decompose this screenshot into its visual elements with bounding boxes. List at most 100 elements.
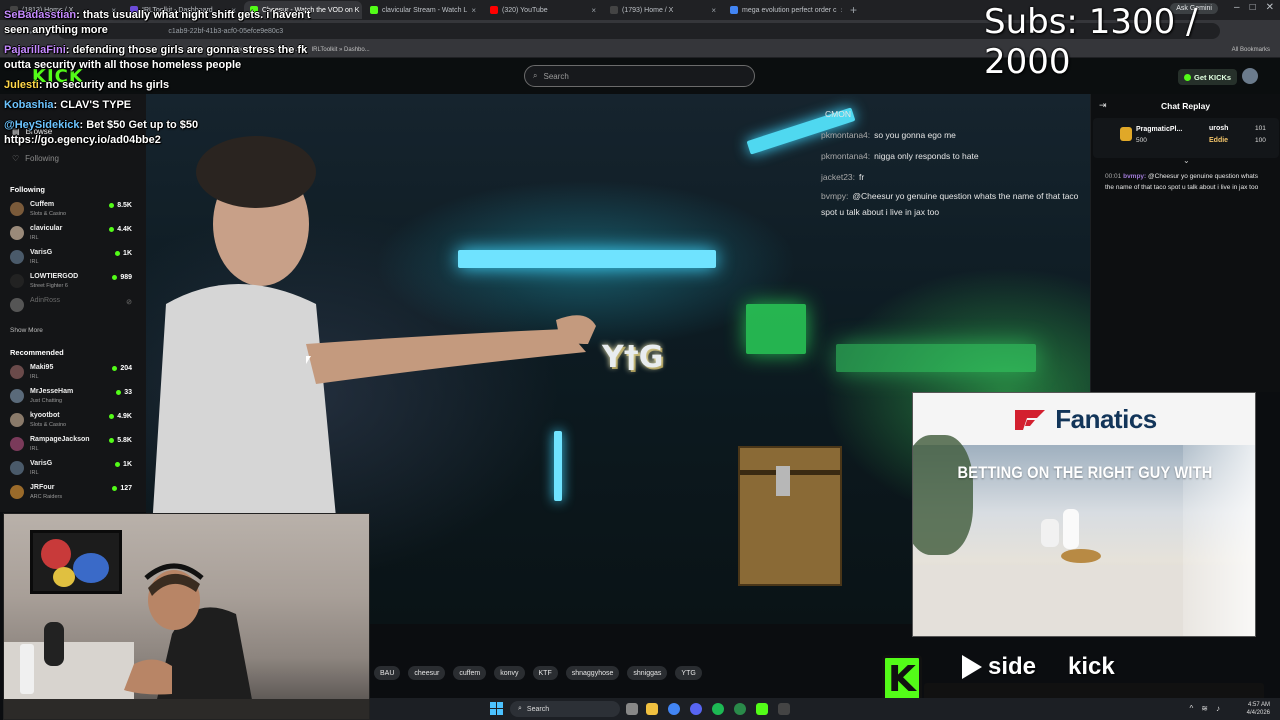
live-dot-icon — [112, 275, 118, 280]
close-tab-icon[interactable]: × — [471, 6, 476, 15]
viewer-count: 4.9K — [109, 413, 132, 420]
channel-avatar — [10, 250, 24, 264]
file-explorer-icon[interactable] — [646, 703, 658, 715]
channel-category: IRL — [30, 446, 39, 452]
chat-username[interactable]: bvmpy: — [1123, 173, 1146, 180]
channel-avatar — [10, 485, 24, 499]
taskbar-search[interactable]: ⌕ Search — [510, 701, 620, 717]
app-icon[interactable] — [734, 703, 746, 715]
ad-header: Fanatics — [913, 393, 1255, 445]
viewer-count: 1K — [115, 250, 132, 257]
live-dot-icon — [109, 438, 115, 443]
discord-icon[interactable] — [690, 703, 702, 715]
leaderboard: PragmaticPl... 500 urosh 101 Eddie 100 — [1093, 118, 1279, 158]
kick-wordmark: kick — [1068, 653, 1115, 680]
windows-start-icon[interactable] — [490, 702, 503, 715]
channel-row[interactable]: clavicular IRL 4.4K — [10, 223, 132, 245]
channel-row[interactable]: VarisG IRL 1K — [10, 458, 132, 480]
close-tab-icon[interactable]: × — [711, 6, 716, 15]
side-label: side — [988, 653, 1037, 680]
chat-replay-title: Chat Replay — [1161, 101, 1211, 111]
overlay-chat-line: SeBadasstian: thats usually what night s… — [4, 8, 324, 38]
wifi-icon[interactable]: ≋ — [1201, 704, 1208, 713]
chevron-up-icon[interactable]: ^ — [1190, 704, 1194, 713]
volume-icon[interactable]: ♪ — [1216, 704, 1220, 713]
ingame-chat-line: pkmontana4: nigga only responds to hate — [821, 146, 1090, 167]
tab-favicon-icon — [610, 6, 618, 14]
channel-category: Slots & Casino — [30, 422, 67, 428]
browser-tab[interactable]: (1793) Home / X × — [604, 1, 722, 19]
close-tab-icon[interactable]: × — [841, 6, 842, 15]
channel-name: Cuffem — [30, 201, 55, 208]
task-view-icon[interactable] — [626, 703, 638, 715]
close-tab-icon[interactable]: × — [591, 6, 596, 15]
channel-row[interactable]: LOWTIERGOD Street Fighter 6 989 — [10, 271, 132, 293]
tab-favicon-icon — [730, 6, 738, 14]
overlay-chat-colon: : — [76, 9, 83, 21]
channel-name: Maki95 — [30, 364, 54, 371]
sidebar-item-following[interactable]: ♡ Following — [12, 154, 59, 163]
browser-tab[interactable]: (320) YouTube × — [484, 1, 602, 19]
channel-row[interactable]: Maki95 IRL 204 — [10, 362, 132, 384]
rank-badge-icon — [1120, 127, 1132, 141]
browser-tab[interactable]: clavicular Stream - Watch L × — [364, 1, 482, 19]
overlay-chat-user: Kobashia — [4, 99, 54, 111]
browser-tab[interactable]: mega evolution perfect order c × — [724, 1, 842, 19]
stream-tag[interactable]: cheesur — [408, 666, 446, 680]
search-input[interactable]: ⌕ Search — [524, 65, 755, 87]
stream-tag[interactable]: shnaggyhose — [565, 666, 620, 680]
channel-row[interactable]: VarisG IRL 1K — [10, 247, 132, 269]
channel-name: kyootbot — [30, 412, 60, 419]
channel-row[interactable]: AdinRoss ⊘ — [10, 295, 132, 317]
viewer-count: 127 — [112, 485, 132, 492]
ad-tagline: BETTING ON THE RIGHT GUY WITH — [957, 463, 1213, 482]
viewer-count: 8.5K — [109, 202, 132, 209]
stream-tag[interactable]: KTF — [532, 666, 558, 680]
channel-name: RampageJackson — [30, 436, 90, 443]
channel-name: JRFour — [30, 484, 55, 491]
ingame-chat-line: pkmontana4: so you gonna ego me — [821, 125, 1090, 146]
stream-tag[interactable]: BAU — [374, 666, 401, 680]
expand-chevron-icon[interactable]: ⌄ — [1183, 156, 1190, 165]
overlay-chat-line: Kobashia: CLAV'S TYPE — [4, 98, 324, 113]
overlay-chat-line: Julesti: no security and hs girls — [4, 78, 324, 93]
clock-date: 4/4/2026 — [1246, 710, 1270, 716]
kick-app-icon[interactable] — [756, 703, 768, 715]
viewer-count: 33 — [116, 389, 132, 396]
leaderboard-score: 500 — [1136, 137, 1147, 144]
obs-icon[interactable] — [778, 703, 790, 715]
channel-row[interactable]: kyootbot Slots & Casino 4.9K — [10, 410, 132, 432]
ingame-chat-line: bvmpy: @Cheesur yo genuine question whats… — [821, 188, 1090, 220]
windows-taskbar: ⌕ Search ^ ≋ ♪ 4:57 AM 4/4/2026 — [370, 698, 1280, 720]
channel-category: IRL — [30, 374, 39, 380]
ingame-chat-user: pkmontana4: — [821, 130, 871, 140]
channel-row[interactable]: Cuffem Slots & Casino 8.5K — [10, 199, 132, 221]
channel-avatar — [10, 274, 24, 288]
overlay-chat-colon: : — [38, 79, 46, 91]
live-dot-icon — [112, 366, 118, 371]
stream-tag[interactable]: shniggas — [627, 666, 668, 680]
overlay-chat-text: CLAV'S TYPE — [60, 99, 132, 111]
stream-tag[interactable]: cuffem — [453, 666, 487, 680]
show-more-link[interactable]: Show More — [10, 327, 43, 334]
chat-message: 00:01 bvmpy: @Cheesur yo genuine questio… — [1105, 171, 1267, 193]
channel-row[interactable]: RampageJackson IRL 5.8K — [10, 434, 132, 456]
taskbar-clock[interactable]: 4:57 AM 4/4/2026 — [1247, 701, 1270, 717]
stream-tag[interactable]: YTG — [675, 666, 702, 680]
chrome-icon[interactable] — [668, 703, 680, 715]
collapse-chat-icon[interactable]: ⇥ — [1099, 100, 1107, 111]
new-tab-icon[interactable]: + — [844, 3, 863, 17]
channel-category: Street Fighter 6 — [30, 283, 68, 289]
channel-row[interactable]: MrJesseHam Just Chatting 33 — [10, 386, 132, 408]
channel-name: MrJesseHam — [30, 388, 74, 395]
channel-row[interactable]: JRFour ARC Raiders 127 — [10, 482, 132, 504]
stream-tag[interactable]: konvy — [494, 666, 525, 680]
tab-label: (1793) Home / X — [622, 6, 674, 14]
fanatics-ad[interactable]: Fanatics BETTING ON THE RIGHT GUY WITH — [912, 392, 1256, 637]
ingame-chat-text: nigga only responds to hate — [874, 151, 979, 161]
ad-brand: Fanatics — [1055, 403, 1157, 434]
search-icon: ⌕ — [533, 71, 538, 80]
streamer-figure — [4, 563, 369, 719]
spotify-icon[interactable] — [712, 703, 724, 715]
chat-replay-panel: ⇥ Chat Replay PragmaticPl... 500 urosh 1… — [1090, 94, 1280, 392]
